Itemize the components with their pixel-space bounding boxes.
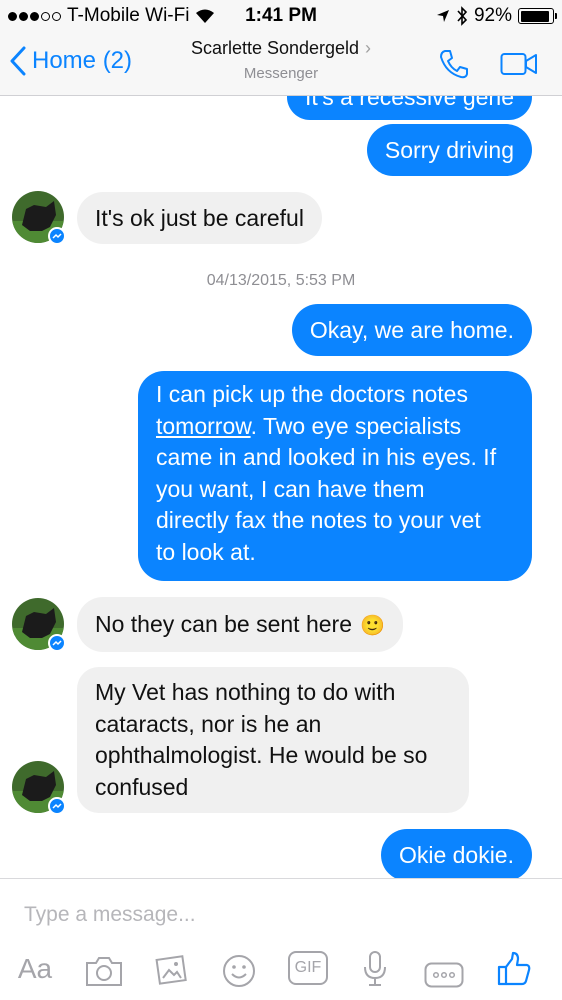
phone-call-icon[interactable]	[438, 48, 470, 80]
text-format-icon: Aa	[17, 953, 53, 984]
message-line: you want, I can have them	[156, 475, 425, 502]
message-timestamp: 04/13/2015, 5:53 PM	[206, 272, 356, 289]
contact-title[interactable]: Scarlette Sondergeld › Messenger	[140, 38, 422, 82]
composer-toolbar: Aa GIF	[0, 949, 562, 989]
chevron-left-icon	[10, 46, 26, 76]
back-button[interactable]: Home (2)	[10, 46, 132, 76]
message-line: directly fax the notes to your vet	[156, 507, 481, 533]
message-text: It's ok just be careful	[95, 205, 304, 231]
contact-name: Scarlette Sondergeld	[190, 38, 360, 58]
like-icon[interactable]	[496, 949, 532, 989]
status-bar: T-Mobile Wi-Fi 1:41 PM 92%	[0, 0, 562, 34]
battery-icon	[518, 8, 557, 24]
message-composer: Type a message... Aa GIF	[0, 878, 562, 1000]
message-text: Sorry driving	[384, 137, 514, 163]
video-call-icon[interactable]	[500, 51, 540, 77]
message-bubble-outgoing[interactable]: I can pick up the doctors notes tomorrow…	[138, 371, 532, 581]
message-bubble-outgoing[interactable]: It's a recessive gene	[287, 96, 532, 120]
battery-percent: 92%	[473, 5, 512, 26]
message-text: Okie dokie.	[398, 842, 514, 868]
back-label: Home (2)	[32, 47, 133, 74]
contact-avatar[interactable]	[12, 761, 64, 813]
message-line: came in and looked in his eyes. If	[156, 444, 497, 470]
text-format-button[interactable]: Aa	[14, 949, 56, 989]
message-text: It's a recessive gene	[305, 96, 514, 110]
bluetooth-icon	[457, 6, 468, 26]
emoji-icon[interactable]	[222, 951, 256, 991]
message-input[interactable]: Type a message...	[24, 903, 196, 927]
message-line: I can pick up the doctors notes	[156, 381, 468, 407]
message-line: ophthalmologist. He would be so	[95, 742, 428, 768]
message-bubble-outgoing[interactable]: Okie dokie.	[380, 829, 532, 878]
chevron-right-icon: ›	[365, 38, 372, 58]
gif-label: GIF	[294, 959, 322, 976]
message-line: My Vet has nothing to do with	[95, 679, 396, 705]
more-icon[interactable]	[424, 955, 464, 995]
message-bubble-outgoing[interactable]: Sorry driving	[366, 124, 532, 176]
smiley-emoji: 🙂	[360, 615, 386, 637]
message-line: cataracts, nor is he an	[95, 710, 322, 737]
subtitle: Messenger	[243, 65, 319, 82]
contact-avatar[interactable]	[12, 598, 64, 650]
camera-icon[interactable]	[84, 951, 124, 991]
message-bubble-incoming[interactable]: My Vet has nothing to do with cataracts,…	[77, 667, 469, 813]
message-bubble-incoming[interactable]: It's ok just be careful	[77, 192, 322, 244]
message-line: to look at.	[156, 538, 256, 565]
message-line: confused	[95, 773, 189, 800]
gallery-icon[interactable]	[154, 949, 188, 989]
message-list[interactable]: It's a recessive gene Sorry driving It's…	[0, 96, 562, 878]
microphone-icon[interactable]	[362, 949, 388, 989]
message-bubble-incoming[interactable]: No they can be sent here 🙂	[77, 597, 404, 652]
contact-avatar[interactable]	[12, 191, 64, 243]
location-arrow-icon	[436, 10, 449, 22]
gif-button[interactable]: GIF	[288, 951, 328, 985]
date-link[interactable]: tomorrow	[156, 413, 251, 439]
message-bubble-outgoing[interactable]: Okay, we are home.	[291, 304, 532, 356]
message-line: . Two eye specialists	[250, 412, 462, 439]
conversation-header: Home (2) Scarlette Sondergeld › Messenger	[0, 34, 562, 96]
message-text: Okay, we are home.	[309, 317, 514, 343]
message-text: No they can be sent here	[95, 611, 352, 637]
